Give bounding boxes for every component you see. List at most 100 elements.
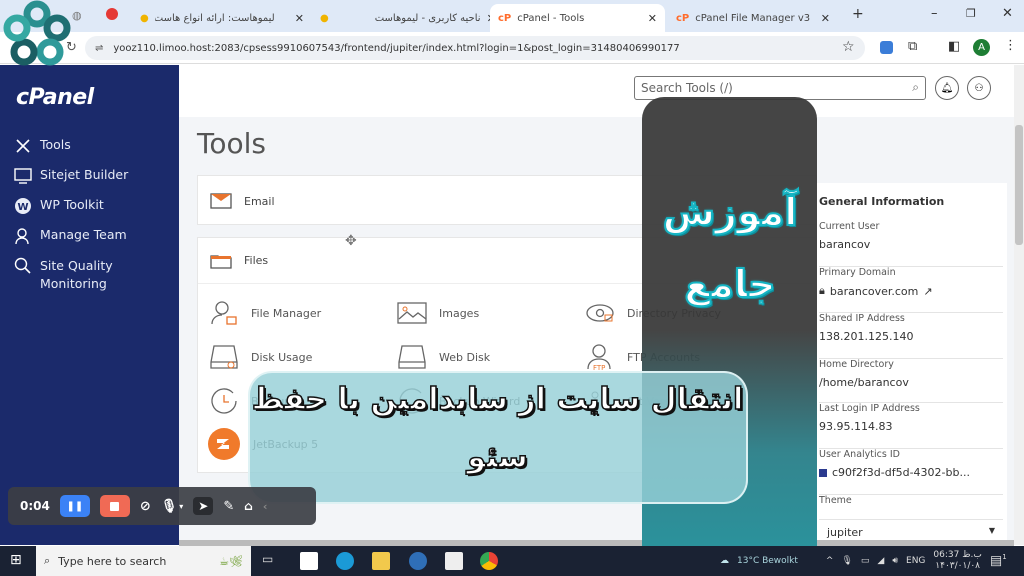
search-highlight-icon: ☕︎🌿︎ xyxy=(219,554,243,568)
close-tab-icon[interactable]: ✕ xyxy=(295,12,304,25)
battery-icon[interactable]: ▭ xyxy=(861,556,870,566)
edge-icon[interactable] xyxy=(336,552,354,570)
dropdown-arrow-icon: ▼ xyxy=(988,526,995,535)
mic-dropdown-icon[interactable]: ▾ xyxy=(179,502,183,511)
file-manager-icon xyxy=(211,301,237,325)
tray-mic-icon[interactable]: 🎙︎ xyxy=(841,556,852,566)
extension-icon[interactable] xyxy=(880,41,893,54)
restore-button[interactable]: ❐ xyxy=(966,7,976,20)
file-explorer-icon[interactable] xyxy=(372,552,390,570)
microsoft-store-icon[interactable] xyxy=(300,552,318,570)
general-information-panel: General Information Current User baranco… xyxy=(815,183,1007,553)
weather-cloud-icon: ☁ xyxy=(720,556,729,566)
minimize-button[interactable]: – xyxy=(931,6,938,21)
backup-icon xyxy=(211,388,237,414)
close-window-button[interactable]: ✕ xyxy=(1002,6,1013,21)
windows-start-icon[interactable]: ⊞ xyxy=(10,552,22,568)
language-indicator[interactable]: ENG xyxy=(906,556,925,566)
tab-limoo-host[interactable]: ● لیموهاست: ارائه انواع هاست و ... ✕ xyxy=(132,4,312,32)
tools-icon xyxy=(16,139,30,153)
general-information-title: General Information xyxy=(819,195,945,208)
directory-privacy-icon xyxy=(586,304,614,322)
web-disk-icon xyxy=(398,345,426,369)
close-tab-icon[interactable]: ✕ xyxy=(648,12,657,25)
notifications-button[interactable]: 🔔︎ xyxy=(935,76,959,100)
network-icon[interactable]: ◢ xyxy=(877,556,884,566)
overlay-caption-line2: سئو xyxy=(466,439,528,476)
search-icon[interactable]: ⌕ xyxy=(912,80,919,95)
search-icon: ⌕ xyxy=(44,554,51,567)
tab-cpanel-file-manager[interactable]: cP cPanel File Manager v3 ✕ xyxy=(668,4,838,32)
tool-images[interactable]: Images xyxy=(397,299,479,327)
volume-icon[interactable]: 🔊︎ xyxy=(892,556,898,566)
pause-icon: ❚❚ xyxy=(66,500,84,512)
screen-recorder-toolbar: 0:04 ❚❚ ⊘ 🎙︎ ▾ ➤ ✎ ⌂ ‹ xyxy=(8,487,316,525)
taskbar-search-input[interactable]: ⌕ Type here to search ☕︎🌿︎ xyxy=(36,546,251,576)
app-v-icon[interactable] xyxy=(409,552,427,570)
globe-icon[interactable]: ◍ xyxy=(72,9,82,22)
sidebar-item-sitejet-builder[interactable]: Sitejet Builder xyxy=(14,167,128,185)
tab-user-area[interactable]: ● ناحیه کاربری - لیموهاست ✕ xyxy=(312,4,496,32)
eraser-brush-icon[interactable]: ⌂ xyxy=(244,499,253,513)
address-bar[interactable]: ⇌ yooz110.limoo.host:2083/cpsess99106075… xyxy=(85,36,865,60)
mail-icon[interactable] xyxy=(445,552,463,570)
svg-text:W: W xyxy=(17,202,28,213)
disk-usage-icon xyxy=(210,345,238,369)
svg-text:FTP: FTP xyxy=(593,364,605,371)
lock-icon: 🔒︎ xyxy=(819,284,825,297)
browser-menu-icon[interactable]: ⋮ xyxy=(1004,38,1017,53)
info-home-directory: Home Directory /home/barancov xyxy=(819,359,1003,403)
primary-domain-link[interactable]: barancover.com xyxy=(830,285,919,298)
cpanel-logo[interactable]: cPanel xyxy=(16,85,94,110)
jetbackup-icon xyxy=(208,428,240,460)
camera-off-icon[interactable]: ⊘ xyxy=(140,499,151,514)
scrollbar-thumb[interactable] xyxy=(1015,125,1023,245)
clock[interactable]: 06:37 ب.ظ ۱۴۰۳/۰۱/۰۸ xyxy=(933,550,981,572)
new-tab-button[interactable]: + xyxy=(852,6,864,22)
images-icon xyxy=(397,302,427,324)
sidebar-item-wp-toolkit[interactable]: W WP Toolkit xyxy=(14,197,104,215)
collapse-toolbar-icon[interactable]: ‹ xyxy=(263,500,268,513)
analytics-icon xyxy=(819,468,827,477)
task-view-icon[interactable]: ▭ xyxy=(262,552,280,570)
site-settings-icon[interactable]: ⇌ xyxy=(95,43,103,54)
browser-tab-bar: ◍ ● لیموهاست: ارائه انواع هاست و ... ✕ ●… xyxy=(0,0,1024,66)
sidebar-item-site-quality-monitoring[interactable]: Site Quality Monitoring xyxy=(14,257,140,293)
tray-chevron-icon[interactable]: ^ xyxy=(826,556,834,566)
notifications-icon[interactable]: ▤1 xyxy=(990,553,1007,568)
user-menu-button[interactable]: ⚇ xyxy=(967,76,991,100)
site-quality-icon xyxy=(14,257,31,274)
stop-recording-button[interactable] xyxy=(99,495,130,517)
windows-taskbar: ⊞ ⌕ Type here to search ☕︎🌿︎ ▭ ☁ 13°C Be… xyxy=(0,546,1024,576)
page-scrollbar[interactable] xyxy=(1014,65,1024,545)
sitejet-icon xyxy=(14,168,32,184)
bookmark-star-icon[interactable]: ☆ xyxy=(842,39,855,55)
chrome-icon[interactable] xyxy=(480,552,498,570)
external-link-icon[interactable]: ↗ xyxy=(923,285,932,298)
close-tab-icon[interactable]: ✕ xyxy=(821,12,830,25)
info-shared-ip: Shared IP Address 138.201.125.140 xyxy=(819,313,1003,359)
pen-tool-icon[interactable]: ✎ xyxy=(223,499,234,514)
cursor-tool-icon[interactable]: ➤ xyxy=(193,497,214,515)
profile-avatar[interactable]: A xyxy=(973,39,990,56)
limoo-favicon-icon: ● xyxy=(140,12,149,24)
microphone-icon[interactable]: 🎙︎ xyxy=(161,499,178,514)
ftp-accounts-icon: FTP xyxy=(587,344,611,371)
opera-tab-favicon-icon[interactable] xyxy=(106,8,118,20)
overlay-caption-line1: انتقال سایت از سابدامین با حفظ xyxy=(251,381,744,418)
tool-web-disk[interactable]: Web Disk xyxy=(397,343,490,371)
tab-cpanel-tools[interactable]: cP cPanel - Tools ✕ xyxy=(490,4,665,32)
tool-disk-usage[interactable]: Disk Usage xyxy=(209,343,312,371)
extensions-puzzle-icon[interactable]: ⧉ xyxy=(908,39,917,54)
weather-text[interactable]: 13°C Bewolkt xyxy=(737,556,798,566)
side-panel-icon[interactable]: ◧ xyxy=(948,39,960,54)
overlay-title-line2: جامع xyxy=(683,261,776,307)
info-primary-domain: Primary Domain 🔒︎ barancover.com ↗ xyxy=(819,267,1003,313)
sidebar-item-tools[interactable]: Tools xyxy=(14,137,71,155)
sidebar-item-manage-team[interactable]: Manage Team xyxy=(14,227,127,245)
move-cursor-icon: ✥ xyxy=(345,233,357,249)
tool-file-manager[interactable]: File Manager xyxy=(209,299,321,327)
browser-toolbar: ↻ ⇌ yooz110.limoo.host:2083/cpsess991060… xyxy=(0,32,1024,64)
info-theme-label: Theme xyxy=(819,495,852,506)
pause-recording-button[interactable]: ❚❚ xyxy=(59,495,90,517)
